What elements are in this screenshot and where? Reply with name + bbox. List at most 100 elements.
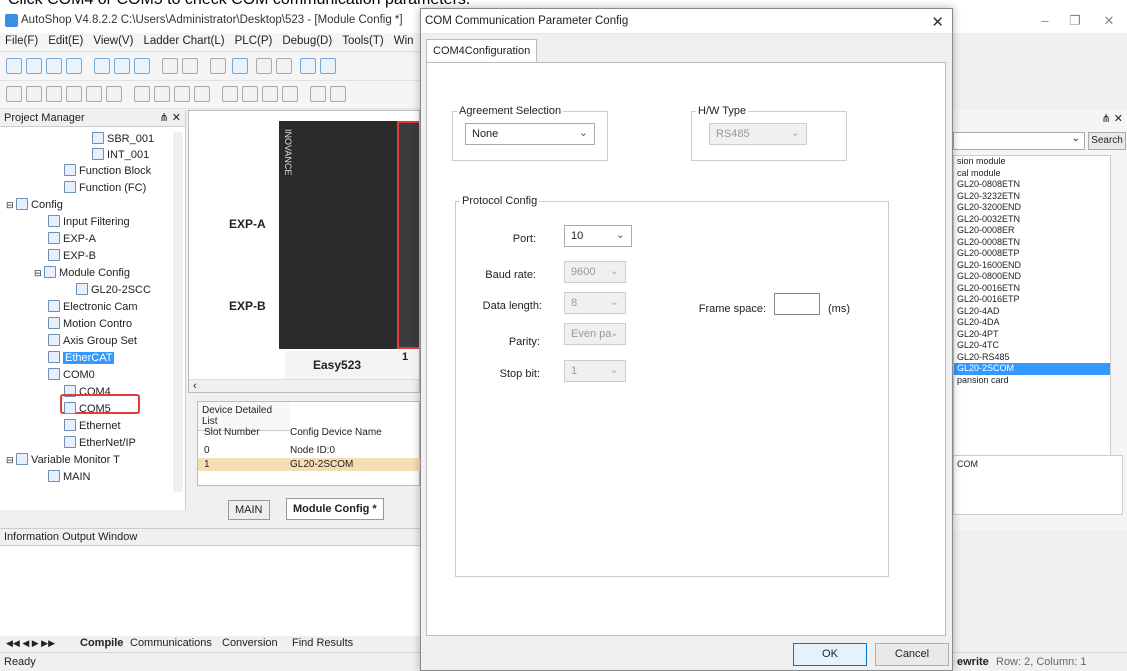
scroll-left-icon[interactable]: ‹ <box>193 380 197 392</box>
tree-item-main[interactable]: MAIN <box>48 470 91 485</box>
lad-icon[interactable] <box>6 86 22 102</box>
data-length-select[interactable]: 8 ⌄ <box>564 292 626 314</box>
tree-item-ethercat[interactable]: EtherCAT <box>48 351 115 366</box>
download-icon[interactable] <box>256 58 272 74</box>
hline-icon[interactable] <box>222 86 238 102</box>
tree-item-int[interactable]: INT_001 <box>92 148 149 163</box>
canvas-hscrollbar[interactable]: ‹ <box>189 379 419 392</box>
tree-item-com5[interactable]: COM5 <box>64 402 111 417</box>
open-folder-icon[interactable] <box>26 58 42 74</box>
tree-item-config[interactable]: ⊟ Config <box>6 198 63 213</box>
menu-view[interactable]: View(V) <box>88 33 138 49</box>
tree-item-function-block[interactable]: Function Block <box>64 164 151 179</box>
module-list-item[interactable]: GL20-4AD <box>954 306 1110 318</box>
branch-icon[interactable] <box>154 86 170 102</box>
frame-space-input[interactable] <box>774 293 820 315</box>
collapse-icon[interactable]: ⊟ <box>34 268 44 278</box>
port-select[interactable]: 10 ⌄ <box>564 225 632 247</box>
collapse-icon[interactable]: ⊟ <box>6 200 16 210</box>
table-row[interactable]: 0 Node ID:0 <box>198 444 421 457</box>
tab-com4-configuration[interactable]: COM4Configuration <box>426 39 538 63</box>
menu-edit[interactable]: Edit(E) <box>43 33 88 49</box>
module-list-item[interactable]: GL20-3200END <box>954 202 1110 214</box>
print-icon[interactable] <box>66 58 82 74</box>
vline-icon[interactable] <box>242 86 258 102</box>
cancel-button[interactable]: Cancel <box>875 643 949 666</box>
module-list-item[interactable]: GL20-3232ETN <box>954 191 1110 203</box>
module-list-item[interactable]: sion module <box>954 156 1110 168</box>
tab-main[interactable]: MAIN <box>228 500 270 520</box>
sfc-icon[interactable] <box>26 86 42 102</box>
contact-no-icon[interactable] <box>66 86 82 102</box>
tree-item-axis-group[interactable]: Axis Group Set <box>48 334 137 349</box>
output-icon[interactable] <box>282 86 298 102</box>
tree-item-input-filtering[interactable]: Input Filtering <box>48 215 130 230</box>
menu-ladder[interactable]: Ladder Chart(L) <box>138 33 229 49</box>
module-list-item[interactable]: GL20-4DA <box>954 317 1110 329</box>
menu-plc[interactable]: PLC(P) <box>230 33 278 49</box>
instruction-box-icon[interactable] <box>262 86 278 102</box>
tree-item-exp-b[interactable]: EXP-B <box>48 249 96 264</box>
rising-edge-icon[interactable] <box>174 86 190 102</box>
module-list-item[interactable]: GL20-0008ETN <box>954 237 1110 249</box>
module-list-item[interactable]: GL20-RS485 <box>954 352 1110 364</box>
module-list-item[interactable]: GL20-0808ETN <box>954 179 1110 191</box>
module-list-item[interactable]: GL20-0032ETN <box>954 214 1110 226</box>
module-list-item[interactable]: cal module <box>954 168 1110 180</box>
menu-file[interactable]: File(F) <box>0 33 43 49</box>
module-list-item[interactable]: GL20-2SCOM <box>954 363 1110 375</box>
table-row[interactable]: 1 GL20-2SCOM <box>198 458 421 471</box>
copy-icon[interactable] <box>114 58 130 74</box>
baud-rate-select[interactable]: 9600 ⌄ <box>564 261 626 283</box>
tree-item-function-fc[interactable]: Function (FC) <box>64 181 146 196</box>
pin-icon[interactable]: ⋔ ✕ <box>160 111 182 124</box>
tab-find-results[interactable]: Find Results <box>292 637 353 649</box>
search-button[interactable]: Search <box>1088 132 1126 150</box>
tree-item-exp-a[interactable]: EXP-A <box>48 232 96 247</box>
ok-button[interactable]: OK <box>793 643 867 666</box>
module-list-item[interactable]: GL20-4PT <box>954 329 1110 341</box>
menu-debug[interactable]: Debug(D) <box>277 33 337 49</box>
tab-compile[interactable]: Compile <box>80 637 123 649</box>
tree-item-module-config[interactable]: ⊟ Module Config <box>34 266 130 281</box>
tab-nav-icons[interactable]: ◀◀ ◀ ▶ ▶▶ <box>6 638 55 649</box>
module-list-item[interactable]: GL20-0008ER <box>954 225 1110 237</box>
coil-icon[interactable] <box>106 86 122 102</box>
tree-item-gl20-2scom[interactable]: GL20-2SCC <box>76 283 151 298</box>
compare-icon[interactable] <box>320 58 336 74</box>
delete-icon[interactable] <box>210 58 226 74</box>
search-icon[interactable] <box>232 58 248 74</box>
module-list-item[interactable]: GL20-0800END <box>954 271 1110 283</box>
contact-nc-icon[interactable] <box>86 86 102 102</box>
tree-item-ethernet-ip[interactable]: EtherNet/IP <box>64 436 136 451</box>
delete-row-icon[interactable] <box>330 86 346 102</box>
menu-window[interactable]: Win <box>389 33 419 49</box>
close-window-button[interactable]: ✕ <box>1094 11 1124 31</box>
upload-icon[interactable] <box>276 58 292 74</box>
parallel-icon[interactable] <box>134 86 150 102</box>
tree-item-variable-monitor[interactable]: ⊟ Variable Monitor T <box>6 453 120 468</box>
module-list-item[interactable]: GL20-1600END <box>954 260 1110 272</box>
redo-icon[interactable] <box>182 58 198 74</box>
tree-item-electronic-cam[interactable]: Electronic Cam <box>48 300 138 315</box>
tab-module-config[interactable]: Module Config * <box>286 498 384 520</box>
category-select[interactable]: ⌄ <box>953 132 1085 150</box>
hw-type-select[interactable]: RS485 ⌄ <box>709 123 807 145</box>
new-file-icon[interactable] <box>6 58 22 74</box>
pin-icon[interactable]: ⋔ ✕ <box>1102 112 1124 125</box>
tab-communications[interactable]: Communications <box>130 637 212 649</box>
module-list-item[interactable]: GL20-0016ETN <box>954 283 1110 295</box>
undo-icon[interactable] <box>162 58 178 74</box>
minimize-button[interactable]: – <box>1030 11 1060 31</box>
agreement-select[interactable]: None ⌄ <box>465 123 595 145</box>
module-list-item[interactable]: pansion card <box>954 375 1110 387</box>
maximize-button[interactable]: ❐ <box>1060 11 1090 31</box>
module-list-item[interactable]: GL20-4TC <box>954 340 1110 352</box>
module-list-item[interactable]: GL20-0008ETP <box>954 248 1110 260</box>
paste-icon[interactable] <box>134 58 150 74</box>
cut-icon[interactable] <box>94 58 110 74</box>
tree-item-ethernet[interactable]: Ethernet <box>64 419 121 434</box>
insert-row-icon[interactable] <box>310 86 326 102</box>
tab-conversion[interactable]: Conversion <box>222 637 278 649</box>
tree-scrollbar[interactable] <box>173 132 183 492</box>
